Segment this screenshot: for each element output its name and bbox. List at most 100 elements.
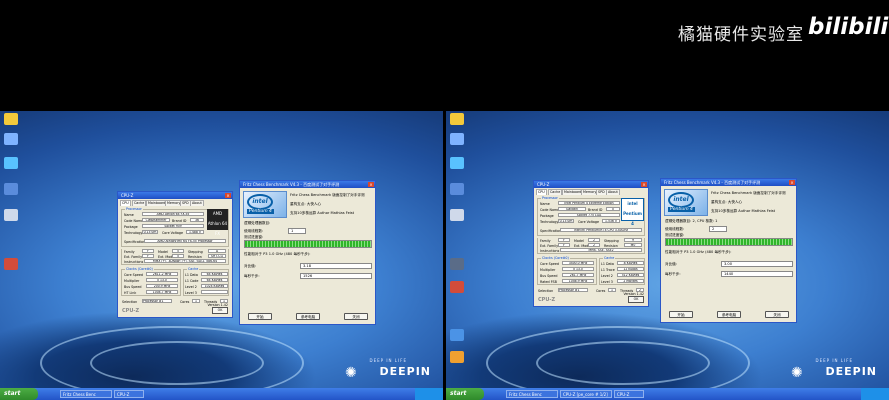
start-menu-button[interactable]: start: [446, 388, 484, 400]
fritz-info-line: 重构支点: 大快人心: [290, 202, 322, 206]
desktop-recycle-icon[interactable]: [4, 209, 18, 221]
spec-value: AMD Athlon(tm) 64 FX-55 Processor: [144, 239, 226, 243]
field-label: Level 2: [185, 285, 197, 289]
field-label: L1 Data: [601, 262, 614, 266]
group-title: Clocks (Core#0): [125, 267, 154, 271]
fritz-titlebar[interactable]: Fritz Chess Benchmark V4.3 - 百度测试了对手评测 ×: [240, 181, 375, 188]
fritz-info-line: Fritz Chess Benchmark 版面控制了对手评测: [711, 191, 786, 195]
desktop-app-icon[interactable]: [450, 329, 464, 341]
desktop-folder-icon[interactable]: [4, 113, 18, 125]
start-button[interactable]: 开始: [669, 311, 693, 318]
field-label: Package: [540, 214, 554, 218]
htlink-value: 1046.9 MHz: [562, 279, 594, 283]
desktop-ie-icon[interactable]: [450, 183, 464, 195]
cpuz-tabs: CPU Cache Mainboard Memory SPD About: [118, 199, 232, 206]
group-title: Processor: [541, 196, 559, 200]
taskbar: start Fritz Chess Benc CPU-Z: [0, 388, 443, 400]
reference-button[interactable]: 参考电脑: [717, 311, 741, 318]
desktop-network-icon[interactable]: [450, 157, 464, 169]
ok-button[interactable]: OK: [212, 307, 228, 314]
processor-select[interactable]: Processor #1: [558, 288, 588, 292]
desktop-computer-icon[interactable]: [450, 133, 464, 145]
desktop-ie-icon[interactable]: [4, 183, 18, 195]
threads-used-input[interactable]: 1: [288, 228, 306, 234]
left-desktop: CPU-Z × CPU Cache Mainboard Memory SPD Ab…: [0, 111, 443, 400]
close-icon[interactable]: ×: [641, 182, 647, 187]
field-label: L1 Data: [185, 273, 198, 277]
field-label: Technology: [540, 220, 559, 224]
tab-about[interactable]: About: [606, 189, 620, 195]
top-black-band: [0, 0, 889, 111]
intel-logo-text: intel: [668, 192, 694, 208]
field-label: Ext. Family: [124, 255, 143, 259]
voltage-value: 1.488 V: [186, 230, 204, 234]
field-label: Stepping: [604, 239, 619, 243]
close-icon[interactable]: ×: [225, 193, 231, 198]
close-button[interactable]: 关闭: [765, 311, 789, 318]
field-label: Core Speed: [540, 262, 560, 266]
start-button[interactable]: 开始: [248, 313, 272, 320]
extmodel-value: 2: [588, 243, 600, 247]
tab-cache[interactable]: Cache: [548, 189, 563, 195]
desktop-computer-icon[interactable]: [4, 133, 18, 145]
family-group: Family F Model 2 Stepping 9 Ext. Family …: [537, 238, 645, 254]
family-value: F: [558, 238, 570, 242]
family-group: Family F Model 5 Stepping A Ext. Family …: [121, 249, 229, 265]
clocks-group: Clocks (Core#0) Core Speed 2611.2 MHz Mu…: [121, 267, 181, 296]
field-label: Core Voltage: [578, 220, 600, 224]
cache-group: Cache L1 Data 8 KBytes L1 Trace 12 Kuops…: [599, 256, 645, 285]
close-button[interactable]: 关闭: [344, 313, 368, 320]
fritz-titlebar[interactable]: Fritz Chess Benchmark V4.3 - 百度测试了对手评测 ×: [661, 179, 796, 186]
desktop-network-icon[interactable]: [4, 157, 18, 169]
l2-value: 512 KBytes: [617, 273, 644, 277]
field-label: Cores: [180, 300, 190, 304]
extmodel-value: 5: [172, 254, 184, 258]
field-label: Family: [124, 250, 135, 254]
taskbar-item-fritz[interactable]: Fritz Chess Benc: [506, 390, 558, 398]
group-title: Cache: [187, 267, 200, 271]
field-label: Cores: [596, 289, 606, 293]
taskbar-item-cpuz[interactable]: CPU-Z: [614, 390, 644, 398]
start-menu-button[interactable]: start: [0, 388, 38, 400]
desktop-app-icon[interactable]: [450, 258, 464, 270]
fritz-window: Fritz Chess Benchmark V4.3 - 百度测试了对手评测 × …: [660, 178, 797, 323]
l3-value: 2 MBytes: [617, 279, 644, 283]
taskbar-item-fritz[interactable]: Fritz Chess Benc: [60, 390, 112, 398]
extfamily-value: F: [558, 243, 570, 247]
channel-watermark: 橘猫硬件实验室: [678, 25, 804, 45]
cpuz-window: CPU-Z × CPU Cache Mainboard Memory SPD Ab…: [533, 180, 649, 307]
tab-cpu[interactable]: CPU: [120, 200, 131, 206]
desktop-app-icon[interactable]: [450, 351, 464, 363]
tab-cpu[interactable]: CPU: [536, 189, 547, 195]
threads-used-input[interactable]: 2: [709, 226, 727, 232]
reference-button[interactable]: 参考电脑: [296, 313, 320, 320]
clocks-group: Clocks (Core#0) Core Speed 3400.0 MHz Mu…: [537, 256, 597, 285]
taskbar-item-cpuz-core[interactable]: CPU-Z [pe_core # 1/2]: [560, 390, 612, 398]
package-value: Socket 939: [142, 224, 204, 228]
threads-used-label: 使用线程数:: [665, 227, 685, 231]
taskbar-item-cpuz[interactable]: CPU-Z: [114, 390, 144, 398]
corespeed-value: 2611.2 MHz: [146, 272, 178, 276]
fritz-title: Fritz Chess Benchmark V4.3 - 百度测试了对手评测: [664, 180, 761, 185]
ok-button[interactable]: OK: [628, 296, 644, 303]
kn-label: 每秒千步:: [244, 274, 260, 278]
cpuz-titlebar[interactable]: CPU-Z ×: [118, 192, 232, 199]
l2-value: 1024 KBytes: [201, 284, 228, 288]
desktop-recycle-icon[interactable]: [450, 209, 464, 221]
cpuz-titlebar[interactable]: CPU-Z ×: [534, 181, 648, 188]
processor-select[interactable]: Processor #1: [142, 299, 172, 303]
tab-about[interactable]: About: [190, 200, 204, 206]
field-label: Specification: [124, 240, 146, 244]
model-value: 5: [172, 249, 184, 253]
logical-cpu-label: 逻辑处理器数目:: [244, 221, 271, 225]
fritz-info-line: 支持10多核运算 Author Mathias Feist: [290, 211, 355, 215]
desktop-folder-icon[interactable]: [450, 113, 464, 125]
group-title: Clocks (Core#0): [541, 256, 570, 260]
tab-cache[interactable]: Cache: [132, 200, 147, 206]
desktop-app-icon[interactable]: [450, 281, 464, 293]
field-label: Level 3: [601, 280, 613, 284]
field-label: Model: [574, 239, 584, 243]
close-icon[interactable]: ×: [789, 180, 795, 185]
close-icon[interactable]: ×: [368, 182, 374, 187]
desktop-app-icon[interactable]: [4, 258, 18, 270]
